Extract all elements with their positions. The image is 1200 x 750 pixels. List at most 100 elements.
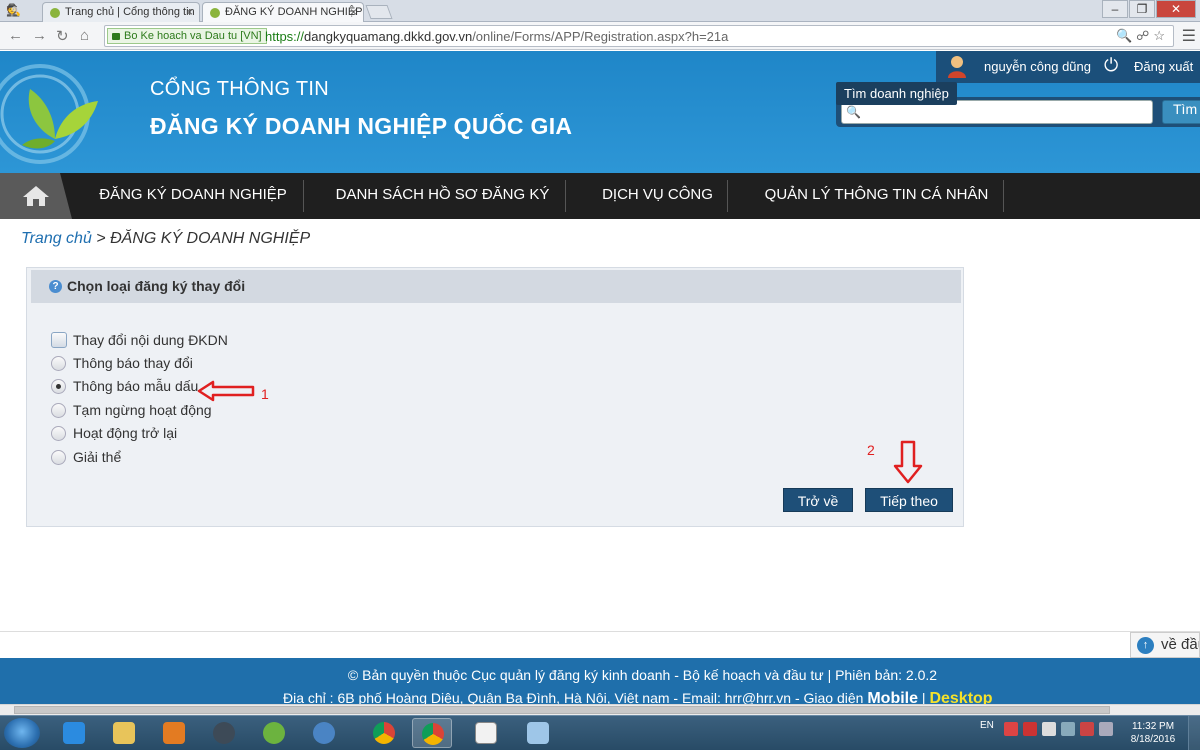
- arrow-up-icon: ↑: [1137, 637, 1154, 654]
- taskbar-chart-app[interactable]: [466, 718, 506, 748]
- tab-favicon-icon: [210, 8, 220, 18]
- home-button[interactable]: [0, 173, 72, 219]
- tray-network-icon[interactable]: [1061, 722, 1075, 736]
- search-icon: 🔍: [846, 105, 861, 119]
- radio-button[interactable]: [51, 403, 66, 418]
- help-icon: ?: [49, 280, 62, 293]
- nav-item-dang-ky-doanh-nghiep[interactable]: ĐĂNG KÝ DOANH NGHIỆP: [84, 173, 302, 219]
- system-tray: [1004, 722, 1113, 736]
- footer-copyright: © Bản quyền thuộc Cục quản lý đăng ký ki…: [347, 667, 938, 683]
- menu-icon[interactable]: ☰: [1182, 26, 1196, 46]
- folder-icon: [113, 722, 135, 744]
- user-avatar-icon: [948, 56, 966, 78]
- horizontal-scrollbar[interactable]: [0, 704, 1200, 715]
- portal-subtitle: CỔNG THÔNG TIN: [150, 78, 330, 100]
- taskbar-network[interactable]: [304, 718, 344, 748]
- radio-button[interactable]: [51, 426, 66, 441]
- taskbar-chrome-2[interactable]: [412, 718, 452, 748]
- mobile-view-link[interactable]: Mobile: [867, 690, 918, 704]
- radio-button[interactable]: [51, 450, 66, 465]
- app-icon: [213, 722, 235, 744]
- incognito-icon: 🕵: [6, 3, 21, 17]
- window-controls: – ❐ ✕: [1102, 0, 1196, 18]
- option-label: Tạm ngừng hoạt động: [73, 402, 212, 418]
- nav-item-danh-sach-ho-so[interactable]: DANH SÁCH HỒ SƠ ĐĂNG KÝ: [320, 173, 565, 219]
- chrome-icon: [373, 722, 395, 744]
- user-bar: nguyễn công dũng ⏻ Đăng xuất: [936, 51, 1200, 83]
- taskbar-ie[interactable]: [54, 718, 94, 748]
- home-page-icon[interactable]: ⌂: [80, 27, 89, 44]
- zoom-translate-bookmark-icons[interactable]: 🔍☍☆: [1116, 28, 1169, 44]
- panel-title: Chọn loại đăng ký thay đổi: [67, 278, 246, 294]
- restore-icon[interactable]: ❐: [1129, 0, 1155, 18]
- close-icon[interactable]: ×: [186, 5, 193, 19]
- nav-item-dich-vu-cong[interactable]: DỊCH VỤ CÔNG: [585, 173, 730, 219]
- registration-type-panel: ? Chọn loại đăng ký thay đổi Thay đổi nộ…: [26, 267, 964, 527]
- tab-favicon-icon: [50, 8, 60, 18]
- taskbar-media[interactable]: [154, 718, 194, 748]
- search-button[interactable]: Tìm: [1162, 100, 1200, 124]
- desktop-view-link[interactable]: Desktop: [929, 690, 992, 704]
- tray-volume-icon[interactable]: [1099, 722, 1113, 736]
- home-icon: [23, 186, 49, 206]
- tray-warning-icon[interactable]: [1080, 722, 1094, 736]
- close-icon[interactable]: ×: [350, 5, 357, 19]
- option-label: Thông báo mẫu dấu: [73, 378, 199, 394]
- main-nav: ĐĂNG KÝ DOANH NGHIỆP DANH SÁCH HỒ SƠ ĐĂN…: [0, 173, 1200, 219]
- radio-button-selected[interactable]: [51, 379, 66, 394]
- taskbar-app-s[interactable]: [204, 718, 244, 748]
- window-close-icon[interactable]: ✕: [1156, 0, 1196, 18]
- nav-divider: [565, 180, 566, 212]
- show-desktop-button[interactable]: [1188, 716, 1200, 750]
- power-icon[interactable]: ⏻: [1104, 55, 1118, 76]
- annotation-label-1: 1: [261, 386, 269, 402]
- url-field[interactable]: Bo Ke hoach va Dau tu [VN] https://dangk…: [104, 25, 1174, 47]
- annotation-arrow-left-icon: [197, 380, 255, 402]
- next-button[interactable]: Tiếp theo: [865, 488, 953, 512]
- browser-tab-strip: 🕵 Trang chủ | Cổng thông tin × ĐĂNG KÝ D…: [0, 0, 1200, 22]
- chart-app-icon: [475, 722, 497, 744]
- ev-certificate-badge[interactable]: Bo Ke hoach va Dau tu [VN]: [107, 28, 267, 44]
- back-button[interactable]: Trở về: [783, 488, 853, 512]
- taskbar-paint[interactable]: [518, 718, 558, 748]
- checkbox[interactable]: [51, 332, 67, 348]
- breadcrumb-home-link[interactable]: Trang chủ: [21, 230, 92, 247]
- search-tooltip: Tìm doanh nghiệp: [836, 82, 957, 105]
- nav-item-quan-ly-thong-tin[interactable]: QUẢN LÝ THÔNG TIN CÁ NHÂN: [745, 173, 1008, 219]
- option-label: Thay đổi nội dung ĐKDN: [73, 332, 228, 348]
- scroll-to-top-button[interactable]: ↑ về đầu trang: [1130, 632, 1200, 658]
- new-tab-button[interactable]: [365, 5, 393, 19]
- footer-address-text: Địa chỉ : 6B phố Hoàng Diệu, Quận Ba Đìn…: [283, 690, 864, 704]
- media-player-icon: [163, 722, 185, 744]
- logout-link[interactable]: Đăng xuất: [1134, 59, 1193, 74]
- tray-app-icon[interactable]: [1004, 722, 1018, 736]
- start-button[interactable]: [4, 718, 40, 748]
- network-icon: [313, 722, 335, 744]
- taskbar-chrome-1[interactable]: [364, 718, 404, 748]
- footer-address: Địa chỉ : 6B phố Hoàng Diệu, Quận Ba Đìn…: [283, 690, 993, 704]
- taskbar-clock[interactable]: 11:32 PM 8/18/2016: [1128, 720, 1178, 746]
- tab-dang-ky[interactable]: ĐĂNG KÝ DOANH NGHIỆP ×: [202, 2, 364, 22]
- breadcrumb: Trang chủ > ĐĂNG KÝ DOANH NGHIỆP: [21, 230, 310, 248]
- nav-divider: [1003, 180, 1004, 212]
- tray-flag-icon[interactable]: [1042, 722, 1056, 736]
- forward-icon[interactable]: →: [32, 27, 47, 44]
- tab-title: Trang chủ | Cổng thông tin: [65, 6, 195, 18]
- user-name[interactable]: nguyễn công dũng: [984, 59, 1091, 74]
- minimize-icon[interactable]: –: [1102, 0, 1128, 18]
- portal-logo: [0, 64, 98, 164]
- language-indicator[interactable]: EN: [980, 720, 994, 731]
- scrollbar-thumb[interactable]: [14, 706, 1110, 714]
- tab-trang-chu[interactable]: Trang chủ | Cổng thông tin ×: [42, 2, 200, 22]
- option-label: Hoạt động trở lại: [73, 425, 178, 441]
- back-icon[interactable]: ←: [8, 27, 23, 44]
- tray-app-icon[interactable]: [1023, 722, 1037, 736]
- taskbar-explorer[interactable]: [104, 718, 144, 748]
- radio-button[interactable]: [51, 356, 66, 371]
- portal-title: ĐĂNG KÝ DOANH NGHIỆP QUỐC GIA: [150, 113, 573, 139]
- reload-icon[interactable]: ↻: [56, 27, 69, 45]
- clock-time: 11:32 PM: [1131, 721, 1175, 732]
- browser-icon: [263, 722, 285, 744]
- taskbar-coccoc[interactable]: [254, 718, 294, 748]
- tab-title: ĐĂNG KÝ DOANH NGHIỆP: [225, 6, 363, 18]
